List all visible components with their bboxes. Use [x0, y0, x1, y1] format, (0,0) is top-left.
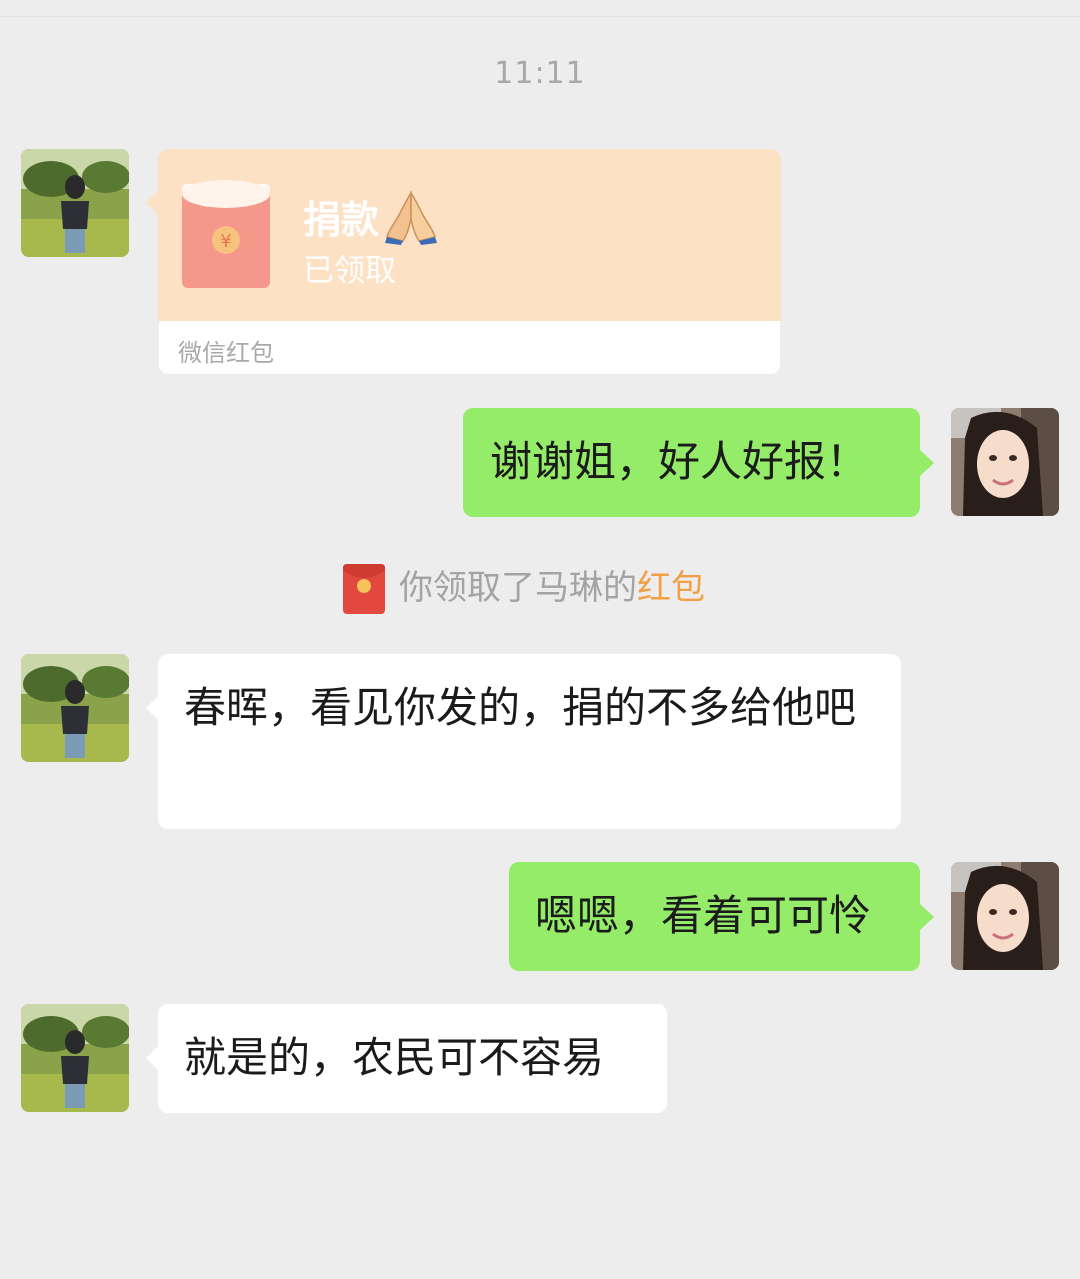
red-envelope-icon: ¥	[182, 180, 270, 292]
red-packet-body: ¥ 捐款 已领取	[158, 149, 781, 321]
message-text: 嗯嗯，看着可可怜	[535, 891, 872, 940]
message-text: 就是的，农民可不容易	[184, 1033, 605, 1082]
red-packet-brand: 微信红包	[178, 339, 274, 367]
contact-avatar[interactable]	[21, 149, 129, 257]
svg-text:¥: ¥	[220, 231, 231, 252]
message-text: 春晖，看见你发的，捐的不多给他吧	[184, 683, 857, 732]
my-avatar[interactable]	[951, 408, 1059, 516]
my-message-bubble[interactable]: 嗯嗯，看着可可怜	[509, 862, 934, 971]
my-avatar[interactable]	[951, 862, 1059, 970]
notice-text: 你领取了马琳的红包	[399, 564, 705, 612]
their-message-bubble[interactable]: 春晖，看见你发的，捐的不多给他吧	[146, 654, 901, 829]
header-divider	[0, 16, 1080, 17]
message-text: 谢谢姐，好人好报！	[490, 437, 869, 486]
red-packet-card[interactable]: ¥ 捐款 已领取 微信红包	[146, 149, 781, 375]
my-message-bubble[interactable]: 谢谢姐，好人好报！	[463, 408, 934, 517]
red-packet-footer: 微信红包	[158, 321, 781, 375]
contact-avatar[interactable]	[21, 1004, 129, 1112]
notice-prefix: 你领取了马琳的	[399, 568, 637, 608]
red-packet-link[interactable]: 红包	[637, 568, 705, 608]
folded-hands-emoji-icon	[383, 189, 439, 249]
red-packet-icon	[343, 564, 385, 618]
their-message-bubble[interactable]: 就是的，农民可不容易	[146, 1004, 667, 1113]
contact-avatar[interactable]	[21, 654, 129, 762]
system-notice: 你领取了马琳的红包	[0, 562, 1080, 618]
chat-timestamp: 11:11	[494, 56, 586, 91]
red-packet-title: 捐款	[303, 198, 380, 242]
red-packet-status: 已领取	[303, 253, 396, 289]
